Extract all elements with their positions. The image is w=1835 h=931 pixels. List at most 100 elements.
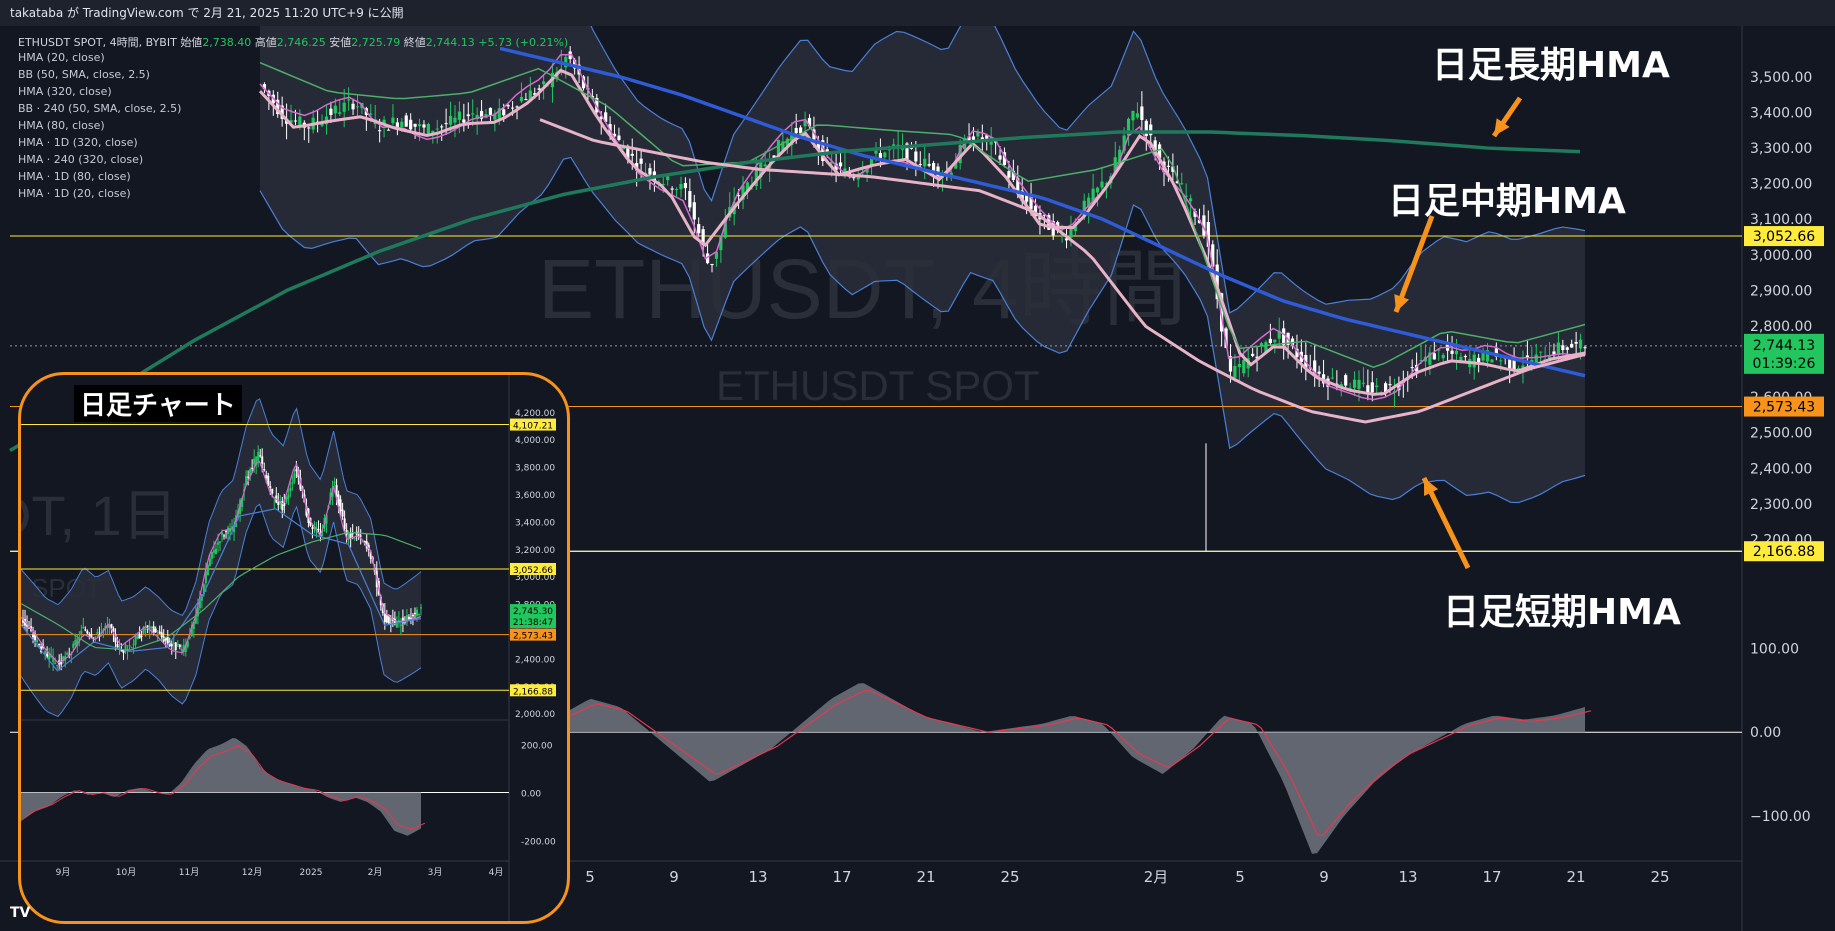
y-tick-label: 3,400.00 [1750,105,1812,121]
inset-candle-body [54,662,57,664]
y-tick-label: 2,400.00 [1750,461,1812,477]
candle-body [679,184,683,190]
indicator-hma-1d-320[interactable]: HMA · 1D (320, close) [18,136,138,149]
inset-candle-body [409,617,412,619]
candle-body [1189,198,1193,202]
candle-body [883,152,887,158]
candle-body [1454,350,1459,355]
inset-x-tick-label: 4月 [489,867,504,878]
candle-body [1450,350,1454,354]
inset-candle-body [263,469,266,471]
indicator-bb-50[interactable]: BB (50, SMA, close, 2.5) [18,68,150,81]
candle-body [1131,110,1135,121]
inset-y-tick-label: 3,600.00 [515,491,555,501]
close-value: 2,744.13 [425,36,475,49]
inset-candle-body [124,644,127,649]
candle-body [1441,354,1445,359]
candle-body [617,135,621,140]
inset-candle-body [359,535,362,537]
inset-osc-tick: 200.00 [521,741,553,751]
indicator-hma-1d-20[interactable]: HMA · 1D (20, close) [18,187,131,200]
inset-candle-body [225,530,228,533]
y-tick-label: 2,800.00 [1750,319,1812,335]
candle-body [307,127,311,129]
candle-body [927,164,931,166]
inset-candle-body [287,494,290,499]
inset-candle-body [90,633,93,638]
candle-body [542,81,546,85]
inset-candle-body [94,636,97,638]
last-price-value: 2,744.13 [1753,338,1815,354]
inset-y-tick-label: 2,000.00 [515,710,555,720]
candle-body [422,124,426,128]
callout-mid-hma: 日足中期HMA [1388,181,1626,222]
inset-candle-body [417,613,420,615]
indicator-hma-1d-80[interactable]: HMA · 1D (80, close) [18,170,131,183]
candle-body [488,107,493,115]
candle-body [1472,354,1476,368]
inset-candle-body [277,502,280,505]
candle-body [1140,106,1144,120]
inset-x-tick-label: 12月 [242,867,262,878]
candle-body [1100,181,1104,188]
inset-candle-body [399,624,402,626]
tradingview-logo[interactable]: 𝗧𝗩 [10,905,30,921]
candle-body [342,102,346,112]
candle-body [378,130,382,132]
inset-price-tag-label: 3,052.66 [513,566,553,576]
indicator-hma-240-320[interactable]: HMA · 240 (320, close) [18,153,143,166]
low-label: 安値 [329,36,352,49]
inset-candle-body [247,476,250,478]
candle-body [914,151,918,162]
inset-candle-body [74,640,77,646]
candle-body [329,108,333,116]
x-tick-label: 9 [669,868,679,886]
publish-bar: takataba が TradingView.com で 2月 21, 2025… [0,0,1835,26]
x-tick-label: 5 [1235,868,1245,886]
candle-body [1410,367,1414,369]
inset-candle-body [413,612,416,614]
candle-body [510,107,515,109]
inset-candle-body [136,634,139,639]
candle-body [466,114,470,117]
inset-x-tick-label: 9月 [56,867,71,878]
candle-body [1432,353,1436,360]
inset-candle-body [32,634,35,638]
candle-body [1370,382,1374,393]
inset-candle-body [178,644,181,647]
indicator-hma-20[interactable]: HMA (20, close) [18,51,105,64]
candle-body [404,115,408,127]
inset-candle-body [118,646,121,648]
candle-body [683,182,688,189]
candle-body [1273,339,1277,343]
indicator-hma-320[interactable]: HMA (320, close) [18,85,112,98]
candle-body [918,164,922,166]
open-label: 始値 [180,36,203,49]
y-tick-label: 3,500.00 [1750,70,1812,86]
price-line-tag-label: 3,052.66 [1753,229,1815,245]
inset-candle-body [150,626,153,628]
x-tick-label: 21 [1566,868,1585,886]
inset-candle-body [257,451,260,462]
indicator-hma-80[interactable]: HMA (80, close) [18,119,105,132]
candle-body [639,158,643,164]
inset-candle-body [210,551,213,559]
inset-candle-body [218,541,221,543]
inset-candle-body [146,625,149,627]
inset-price-tag-label: 2,166.88 [513,687,553,697]
inset-candle-body [407,616,410,620]
indicator-bb-240[interactable]: BB · 240 (50, SMA, close, 2.5) [18,102,181,115]
symbol-label[interactable]: ETHUSDT SPOT, 4時間, BYBIT [18,36,177,49]
candle-body [670,188,674,190]
inset-candle-body [341,509,344,517]
daily-chart-inset[interactable]: DT, 1日SPOT4,200.004,000.003,800.003,600.… [18,372,570,924]
candle-body [692,202,696,220]
candle-body [1490,359,1494,363]
candle-body [1357,379,1361,389]
candle-body [1242,359,1246,374]
candle-body [333,105,337,114]
candle-body [298,116,302,127]
daily-chart[interactable]: DT, 1日SPOT4,200.004,000.003,800.003,600.… [21,375,567,921]
inset-candle-body [212,550,215,553]
x-tick-label: 2月 [1144,868,1169,886]
